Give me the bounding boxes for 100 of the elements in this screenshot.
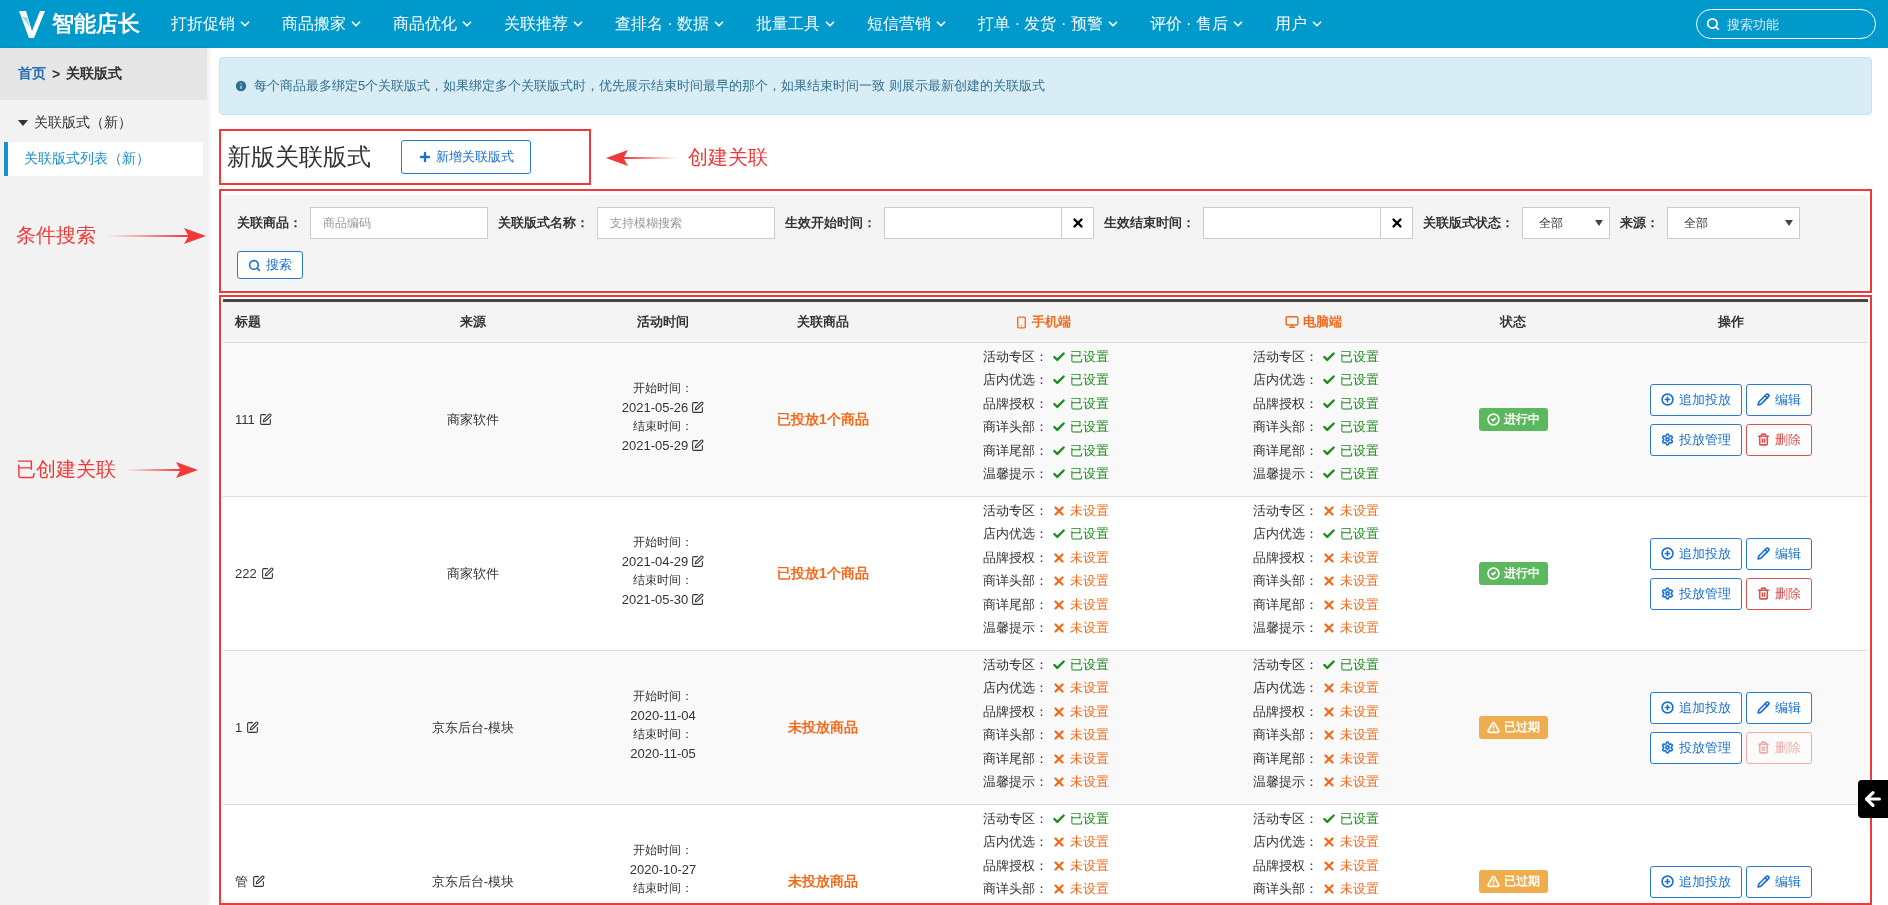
setting-status: 未设置	[1339, 595, 1379, 614]
breadcrumb-link[interactable]: 首页	[18, 65, 46, 83]
close-icon	[1389, 216, 1404, 230]
plus-circle-icon	[1660, 875, 1674, 888]
clear-button[interactable]	[1062, 207, 1094, 239]
setting-label: 活动专区：	[1251, 347, 1318, 366]
select-field[interactable]: 全部	[1522, 207, 1610, 239]
pencil-icon	[1756, 393, 1770, 406]
edit-icon[interactable]	[258, 413, 272, 426]
search-field[interactable]: 搜索功能	[1696, 9, 1876, 39]
setting-status: 已设置	[1339, 809, 1379, 828]
title-cell: 111	[235, 412, 272, 427]
date-field[interactable]	[1203, 207, 1381, 239]
setting-label: 品牌授权：	[981, 394, 1048, 413]
setting-label: 店内优选：	[981, 525, 1048, 544]
setting-label: 商详头部：	[1251, 418, 1318, 437]
nav-menu[interactable]: 关联推荐	[489, 13, 600, 35]
annotation-label: 创建关联	[688, 145, 768, 170]
action-button[interactable]: 投放管理	[1649, 577, 1742, 610]
date-field[interactable]	[884, 207, 1062, 239]
time-label: 结束时间：	[633, 880, 693, 897]
annotation-label: 条件搜索	[16, 223, 96, 248]
setting-status: 已设置	[1069, 371, 1109, 390]
action-button[interactable]: 编辑	[1745, 383, 1812, 416]
action-button[interactable]: 删除	[1745, 423, 1812, 456]
edit-icon[interactable]	[252, 875, 265, 888]
select-field[interactable]: 全部	[1667, 207, 1800, 239]
nav-menu[interactable]: 查排名 · 数据	[600, 13, 742, 35]
source-cell-text: 京东后台-模块	[430, 872, 516, 891]
column-header: 操作	[1716, 313, 1745, 331]
warning-icon	[1486, 721, 1500, 734]
date-text: 2021-05-29	[621, 438, 705, 453]
text-field[interactable]: 支持模糊搜索	[597, 207, 775, 239]
edit-icon[interactable]	[691, 401, 705, 414]
setting-status: 已设置	[1069, 394, 1109, 413]
setting-status: 未设置	[1069, 833, 1109, 852]
setting-status: 未设置	[1339, 572, 1379, 591]
setting-label: 品牌授权：	[981, 548, 1048, 567]
setting-label: 品牌授权：	[1251, 856, 1318, 875]
title-cell: 管	[235, 872, 265, 891]
setting-label: 店内优选：	[1251, 833, 1318, 852]
setting-status: 未设置	[1339, 833, 1379, 852]
edit-icon[interactable]	[691, 593, 705, 606]
setting-status: 未设置	[1339, 856, 1379, 875]
time-label: 结束时间：	[633, 572, 693, 589]
nav-menu[interactable]: 批量工具	[741, 13, 853, 35]
edit-icon[interactable]	[246, 721, 260, 734]
tree-item[interactable]: 关联版式列表（新）	[4, 142, 203, 176]
breadcrumb-separator: >	[52, 66, 61, 82]
action-button[interactable]: 追加投放	[1649, 537, 1742, 570]
setting-label: 品牌授权：	[981, 856, 1048, 875]
nav-menu[interactable]: 商品优化	[378, 13, 489, 35]
action-button[interactable]: 投放管理	[1649, 731, 1742, 764]
setting-status: 已设置	[1339, 465, 1379, 484]
edit-icon[interactable]	[691, 555, 705, 568]
action-button[interactable]: 追加投放	[1649, 865, 1742, 898]
clear-button[interactable]	[1381, 207, 1413, 239]
create-button[interactable]: 新增关联版式	[401, 140, 531, 174]
nav-menu[interactable]: 打单 · 发货 · 预警	[963, 13, 1135, 35]
action-button[interactable]: 追加投放	[1649, 383, 1742, 416]
text-field[interactable]: 商品编码	[310, 207, 488, 239]
column-header: 标题	[234, 313, 262, 331]
setting-status: 已设置	[1339, 371, 1379, 390]
setting-status: 未设置	[1069, 702, 1109, 721]
collapse-tab[interactable]	[1858, 780, 1888, 818]
edit-icon[interactable]	[691, 439, 705, 452]
setting-label: 商详尾部：	[981, 441, 1048, 460]
nav-menu[interactable]: 评价 · 售后	[1134, 13, 1260, 35]
setting-status: 已设置	[1069, 418, 1109, 437]
setting-status: 未设置	[1069, 880, 1109, 899]
search-button[interactable]: 搜索	[237, 251, 303, 279]
setting-label: 温馨提示：	[1251, 465, 1318, 484]
time-label: 开始时间：	[633, 380, 693, 397]
action-button[interactable]: 投放管理	[1649, 423, 1742, 456]
nav-menu[interactable]: 用户	[1259, 13, 1339, 35]
column-header: 电脑端	[1193, 302, 1433, 342]
setting-status: 未设置	[1069, 749, 1109, 768]
action-button[interactable]: 编辑	[1745, 691, 1812, 724]
action-button[interactable]: 编辑	[1745, 537, 1812, 570]
action-button[interactable]: 删除	[1745, 577, 1812, 610]
setting-label: 商详头部：	[981, 726, 1048, 745]
action-button[interactable]: 编辑	[1745, 865, 1812, 898]
setting-label: 温馨提示：	[981, 465, 1048, 484]
setting-label: 店内优选：	[981, 371, 1048, 390]
setting-label: 店内优选：	[1251, 679, 1318, 698]
phone-icon	[1015, 315, 1028, 329]
nav-menu[interactable]: 短信营销	[852, 13, 964, 35]
setting-status: 未设置	[1069, 572, 1109, 591]
tree-item[interactable]: 关联版式（新）	[0, 100, 207, 138]
date-text: 2021-05-26	[621, 400, 705, 415]
column-header: 状态	[1498, 313, 1527, 331]
setting-label: 活动专区：	[981, 501, 1048, 520]
time-label: 结束时间：	[633, 418, 693, 435]
nav-menu[interactable]: 商品搬家	[267, 13, 378, 35]
plus-icon	[418, 150, 432, 164]
nav-menu[interactable]: 打折促销	[156, 13, 267, 35]
action-button[interactable]: 追加投放	[1649, 691, 1742, 724]
annotation-label: 已创建关联	[16, 457, 116, 482]
edit-icon[interactable]	[260, 567, 274, 580]
setting-label: 活动专区：	[1251, 809, 1318, 828]
